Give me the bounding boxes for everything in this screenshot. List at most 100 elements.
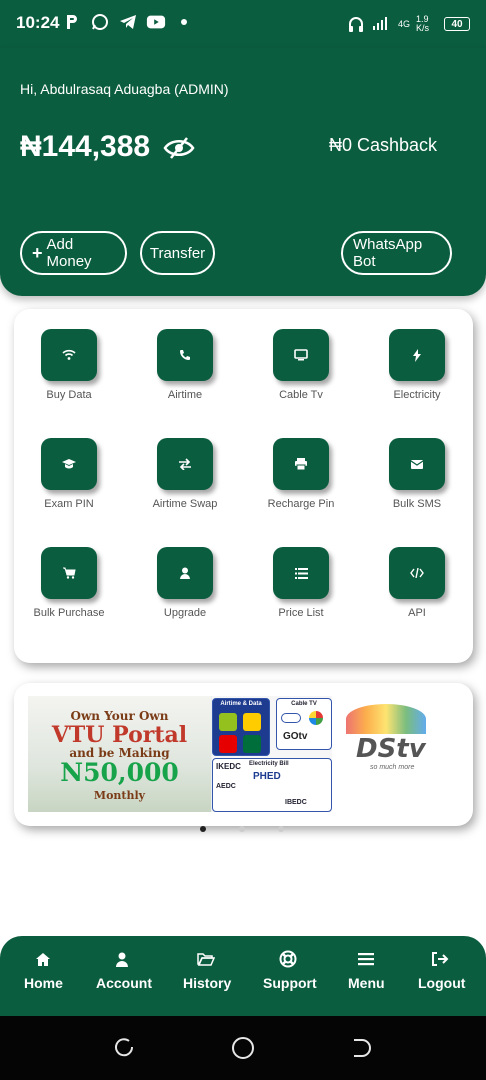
service-label: Electricity <box>393 389 441 401</box>
wallet-balance: ₦144,388 <box>20 130 151 163</box>
cashback-balance: ₦0 Cashback <box>329 135 438 155</box>
aedc-logo: AEDC <box>216 783 236 790</box>
nav-label: Logout <box>418 975 466 991</box>
service-label: Price List <box>278 607 324 619</box>
tv-icon <box>273 329 329 381</box>
nav-support[interactable]: Support <box>263 950 317 991</box>
status-notification-icons <box>62 12 194 32</box>
ikedc-logo: IKEDC <box>216 762 241 771</box>
service-label: Bulk Purchase <box>33 607 105 619</box>
nav-label: Support <box>263 975 317 991</box>
carousel-dot[interactable] <box>278 826 284 832</box>
banner-line-1: Own Your Own <box>70 709 169 723</box>
service-api[interactable]: API <box>367 547 467 619</box>
system-navigation-bar <box>0 1016 486 1080</box>
phed-logo: PHED <box>253 771 281 782</box>
battery-icon: 40 <box>444 17 470 31</box>
banner-line-2: VTU Portal <box>51 722 188 748</box>
whatsapp-bot-button[interactable]: WhatsApp Bot <box>341 231 452 275</box>
folder-open-icon <box>196 950 216 968</box>
telegram-icon <box>118 12 138 32</box>
home-icon <box>33 950 53 968</box>
transfer-button[interactable]: Transfer <box>140 231 215 275</box>
phone-icon <box>157 329 213 381</box>
airtime-data-box: Airtime & Data <box>212 698 270 756</box>
service-label: Buy Data <box>46 389 92 401</box>
electricity-bill-label: Electricity Bill <box>249 761 289 767</box>
wifi-icon <box>41 329 97 381</box>
service-bulk-purchase[interactable]: Bulk Purchase <box>19 547 119 619</box>
eye-slash-icon[interactable] <box>163 136 195 160</box>
9mobile-logo <box>243 735 261 753</box>
nav-logout[interactable]: Logout <box>418 950 466 991</box>
dstv-mini-logo <box>281 713 301 723</box>
service-airtime-swap[interactable]: Airtime Swap <box>135 438 235 510</box>
back-icon[interactable] <box>351 1037 373 1064</box>
user-greeting: Hi, Abdulrasaq Aduagba (ADMIN) <box>20 81 229 97</box>
plus-icon: + <box>32 243 43 263</box>
nav-label: Account <box>96 975 152 991</box>
dot-icon <box>174 12 194 32</box>
banner-logos-panel: Airtime & Data Cable TV GOtv Electricity… <box>212 696 332 812</box>
dstv-tagline: so much more <box>370 764 415 771</box>
bolt-icon <box>389 329 445 381</box>
gotv-logo: GOtv <box>283 731 308 742</box>
service-buy-data[interactable]: Buy Data <box>19 329 119 401</box>
airtel-logo <box>219 735 237 753</box>
service-label: Exam PIN <box>44 498 94 510</box>
mtn-logo <box>243 713 261 731</box>
service-bulk-sms[interactable]: Bulk SMS <box>367 438 467 510</box>
logout-icon <box>430 950 450 968</box>
service-airtime[interactable]: Airtime <box>135 329 235 401</box>
add-money-label: Add Money <box>46 236 92 270</box>
graduation-cap-icon <box>41 438 97 490</box>
recent-apps-icon[interactable] <box>113 1037 135 1064</box>
whatsapp-bot-label: WhatsApp Bot <box>353 236 423 270</box>
service-cable-tv[interactable]: Cable Tv <box>251 329 351 401</box>
user-icon <box>112 950 132 968</box>
service-label: Bulk SMS <box>392 498 442 510</box>
dstv-logo: DStv <box>356 734 426 764</box>
nav-home[interactable]: Home <box>24 950 63 991</box>
service-electricity[interactable]: Electricity <box>367 329 467 401</box>
envelope-icon <box>389 438 445 490</box>
promo-banner[interactable]: Own Your Own VTU Portal and be Making N5… <box>28 696 460 812</box>
services-card: Buy Data Airtime Cable Tv Electricity Ex… <box>14 309 473 663</box>
service-label: Recharge Pin <box>267 498 335 510</box>
service-label: Upgrade <box>163 607 207 619</box>
youtube-icon <box>146 12 166 32</box>
menu-icon <box>356 950 376 968</box>
service-upgrade[interactable]: Upgrade <box>135 547 235 619</box>
signal-icon <box>372 15 392 33</box>
service-label: Airtime Swap <box>152 498 218 510</box>
service-label: Airtime <box>167 389 203 401</box>
network-type: 4G <box>397 19 410 29</box>
ibedc-logo: IBEDC <box>285 799 307 806</box>
lifebuoy-icon <box>278 950 298 968</box>
banner-line-5: Monthly <box>93 789 146 802</box>
cable-tv-box: Cable TV GOtv <box>276 698 332 750</box>
add-money-button[interactable]: + Add Money <box>20 231 127 275</box>
transfer-label: Transfer <box>149 244 206 262</box>
carousel-indicators <box>200 826 284 832</box>
printer-icon <box>273 438 329 490</box>
dstv-panel: DStv so much more <box>332 696 460 812</box>
whatsapp-icon <box>90 12 110 32</box>
nav-history[interactable]: History <box>183 950 231 991</box>
nav-account[interactable]: Account <box>96 950 152 991</box>
nav-label: Home <box>24 975 63 991</box>
dstv-swoosh-icon <box>346 704 426 734</box>
carousel-dot[interactable] <box>200 826 206 832</box>
carousel-dot[interactable] <box>239 826 245 832</box>
nav-label: Menu <box>348 975 385 991</box>
bottom-navigation: Home Account History Support Menu Logout <box>0 936 486 1016</box>
headphones-icon <box>346 14 366 34</box>
service-recharge-pin[interactable]: Recharge Pin <box>251 438 351 510</box>
network-speed: 1.9 K/s <box>416 14 430 33</box>
service-exam-pin[interactable]: Exam PIN <box>19 438 119 510</box>
swap-icon <box>157 438 213 490</box>
service-price-list[interactable]: Price List <box>251 547 351 619</box>
home-button-icon[interactable] <box>231 1036 255 1065</box>
cart-icon <box>41 547 97 599</box>
nav-menu[interactable]: Menu <box>348 950 385 991</box>
